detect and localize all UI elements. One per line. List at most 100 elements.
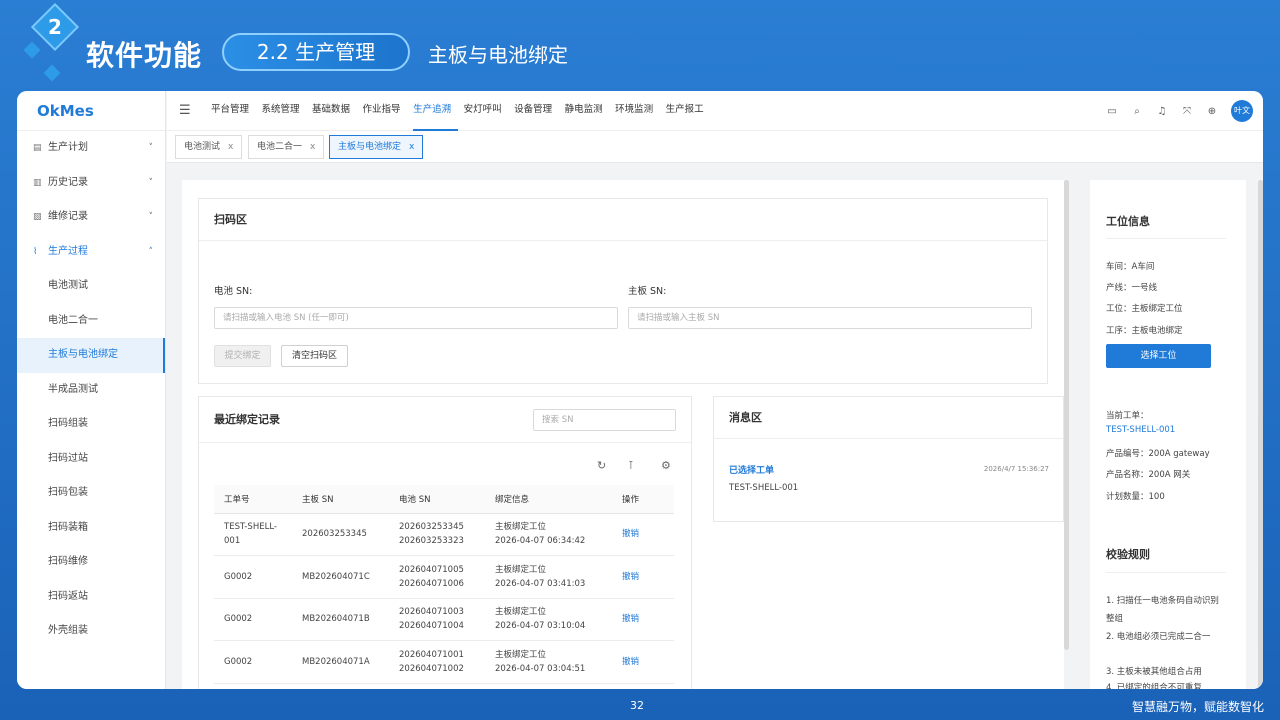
app-window: OkMes ▤ 生产计划 ˅ ▥ 历史记录 ˅ ▧ 维修记录 ˅ ⌇ 生产过程 ˄ 电池测试 电…: [17, 91, 1263, 689]
submenu-battery-2in1[interactable]: 电池二合一: [17, 304, 165, 339]
slide-subtitle: 主板与电池绑定: [428, 43, 568, 67]
message-title: 已选择工单: [729, 466, 775, 476]
battery-sn-label: 电池 SN:: [214, 286, 253, 297]
submenu-semi-product-test[interactable]: 半成品测试: [17, 373, 165, 408]
submit-binding-button[interactable]: 提交绑定: [214, 345, 271, 367]
clear-scan-button[interactable]: 清空扫码区: [281, 345, 348, 367]
cell-board-sn: MB202604071B: [292, 598, 389, 641]
menu-toggle-icon[interactable]: ☰: [179, 103, 191, 118]
rule-item: 3. 主板未被其他组合占用: [1106, 667, 1202, 677]
board-sn-input[interactable]: 请扫描或输入主板 SN: [628, 307, 1032, 329]
col-board-sn: 主板 SN: [292, 485, 389, 514]
page-number: 32: [630, 699, 644, 712]
main-scrollbar[interactable]: [1064, 180, 1069, 650]
app-logo: OkMes: [17, 91, 165, 131]
bell-icon[interactable]: ♫: [1156, 106, 1168, 117]
submenu-scan-pack[interactable]: 扫码包装: [17, 476, 165, 511]
nav-system[interactable]: 系统管理: [262, 91, 307, 131]
binding-time: 2026-04-07 03:10:04: [495, 621, 586, 632]
col-battery-sn: 电池 SN: [389, 485, 485, 514]
nav-esd[interactable]: 静电监测: [565, 91, 610, 131]
battery-sn-1: 202604071003: [399, 607, 464, 618]
scan-card-title: 扫码区: [199, 199, 1047, 241]
cell-action: 撤销: [612, 555, 674, 599]
table-row: G0002 MB202604071B 202604071003 202604071…: [214, 598, 674, 641]
submenu-scan-pass[interactable]: 扫码过站: [17, 442, 165, 477]
rule-item: 2. 电池组必须已完成二合一: [1106, 632, 1211, 642]
cell-battery-sn: 202604071005 202604071006: [389, 555, 485, 599]
fullscreen-icon[interactable]: ⤧: [1181, 106, 1193, 117]
rule-item: 4. 已绑定的组合不可重复: [1106, 683, 1202, 689]
submenu-scan-repair[interactable]: 扫码维修: [17, 545, 165, 580]
workstation-title: 工位信息: [1106, 215, 1150, 228]
refresh-icon[interactable]: ↻: [597, 459, 606, 472]
records-search-input[interactable]: 搜索 SN: [533, 409, 676, 431]
revoke-link[interactable]: 撤销: [622, 529, 639, 539]
binding-time: 2026-04-07 03:41:03: [495, 578, 586, 589]
nav-equipment[interactable]: 设备管理: [514, 91, 559, 131]
revoke-link[interactable]: 撤销: [622, 657, 639, 667]
battery-sn-2: 202604071004: [399, 621, 464, 632]
nav-report[interactable]: 生产报工: [666, 91, 711, 131]
chevron-down-icon: ˅: [148, 177, 154, 188]
tab-board-battery-binding[interactable]: 主板与电池绑定 x: [329, 135, 424, 159]
sidebar-item-process[interactable]: ⌇ 生产过程 ˄: [17, 235, 165, 270]
history-icon: ▥: [33, 177, 42, 188]
submenu-battery-test[interactable]: 电池测试: [17, 269, 165, 304]
column-height-icon[interactable]: ⊺: [628, 459, 634, 472]
current-order-link[interactable]: TEST-SHELL-001: [1106, 425, 1175, 435]
sidebar-item-label: 历史记录: [48, 176, 88, 188]
sidebar-item-plan[interactable]: ▤ 生产计划 ˅: [17, 131, 165, 166]
binding-time: 2026-04-07 03:04:51: [495, 663, 586, 674]
submenu-scan-box[interactable]: 扫码装箱: [17, 511, 165, 546]
cell-battery-sn: 202603253345 202603253323: [389, 513, 485, 556]
tab-label: 电池二合一: [257, 142, 303, 152]
rule-item: 1. 扫描任一电池条码自动识别整组: [1106, 596, 1219, 624]
cell-action: 撤销: [612, 513, 674, 556]
decor-diamond: [43, 64, 61, 82]
battery-sn-input[interactable]: 请扫描或输入电池 SN (任一即可): [214, 307, 618, 329]
sidebar-item-history[interactable]: ▥ 历史记录 ˅: [17, 166, 165, 201]
battery-sn-2: 202603253323: [399, 536, 464, 547]
scan-card: 扫码区 电池 SN: 请扫描或输入电池 SN (任一即可) 主板 SN: 请扫描…: [198, 198, 1048, 384]
submenu-shell-assembly[interactable]: 外壳组装: [17, 614, 165, 649]
search-icon[interactable]: ⌕: [1131, 106, 1143, 117]
tab-battery-2in1[interactable]: 电池二合一 x: [248, 135, 325, 159]
cell-action: 撤销: [612, 640, 674, 684]
tab-battery-test[interactable]: 电池测试 x: [175, 135, 243, 159]
close-icon[interactable]: x: [228, 142, 233, 152]
cell-board-sn: 202603253345: [292, 513, 389, 556]
section-number: 2: [48, 15, 62, 39]
nav-basic-data[interactable]: 基础数据: [312, 91, 357, 131]
select-station-button[interactable]: 选择工位: [1106, 344, 1211, 368]
slide-header: 2 软件功能 2.2 生产管理 主板与电池绑定: [0, 0, 1280, 90]
right-scrollbar[interactable]: [1258, 180, 1263, 689]
globe-icon[interactable]: ⊕: [1206, 106, 1218, 117]
monitor-icon[interactable]: ▭: [1106, 106, 1118, 117]
revoke-link[interactable]: 撤销: [622, 614, 639, 624]
tab-label: 主板与电池绑定: [338, 142, 402, 152]
nav-andon[interactable]: 安灯呼叫: [464, 91, 509, 131]
avatar[interactable]: 叶文: [1231, 100, 1253, 122]
nav-work-guide[interactable]: 作业指导: [363, 91, 408, 131]
tab-label: 电池测试: [184, 142, 221, 152]
cell-order: TEST-SHELL-001: [214, 513, 292, 556]
battery-sn-1: 202603253345: [399, 522, 464, 533]
tab-bar: 电池测试 x 电池二合一 x 主板与电池绑定 x: [167, 131, 1263, 163]
nav-environment[interactable]: 环境监测: [615, 91, 660, 131]
settings-icon[interactable]: ⚙: [661, 459, 671, 472]
product-name-text: 产品名称：200A 网关: [1106, 470, 1191, 480]
close-icon[interactable]: x: [409, 142, 414, 152]
cell-binding-info: 主板绑定工位 2026-04-07 03:41:03: [485, 555, 612, 599]
sidebar-item-repair[interactable]: ▧ 维修记录 ˅: [17, 200, 165, 235]
nav-traceability[interactable]: 生产追溯: [413, 91, 458, 131]
nav-platform[interactable]: 平台管理: [211, 91, 256, 131]
revoke-link[interactable]: 撤销: [622, 572, 639, 582]
submenu-board-battery-binding[interactable]: 主板与电池绑定: [17, 338, 165, 373]
submenu-scan-return[interactable]: 扫码返站: [17, 580, 165, 615]
cell-board-sn: MB202604071A: [292, 640, 389, 684]
close-icon[interactable]: x: [310, 142, 315, 152]
submenu-scan-assembly[interactable]: 扫码组装: [17, 407, 165, 442]
divider: [1106, 572, 1226, 573]
table-row: G0002 MB202604071A 202604071001 202604071…: [214, 640, 674, 684]
